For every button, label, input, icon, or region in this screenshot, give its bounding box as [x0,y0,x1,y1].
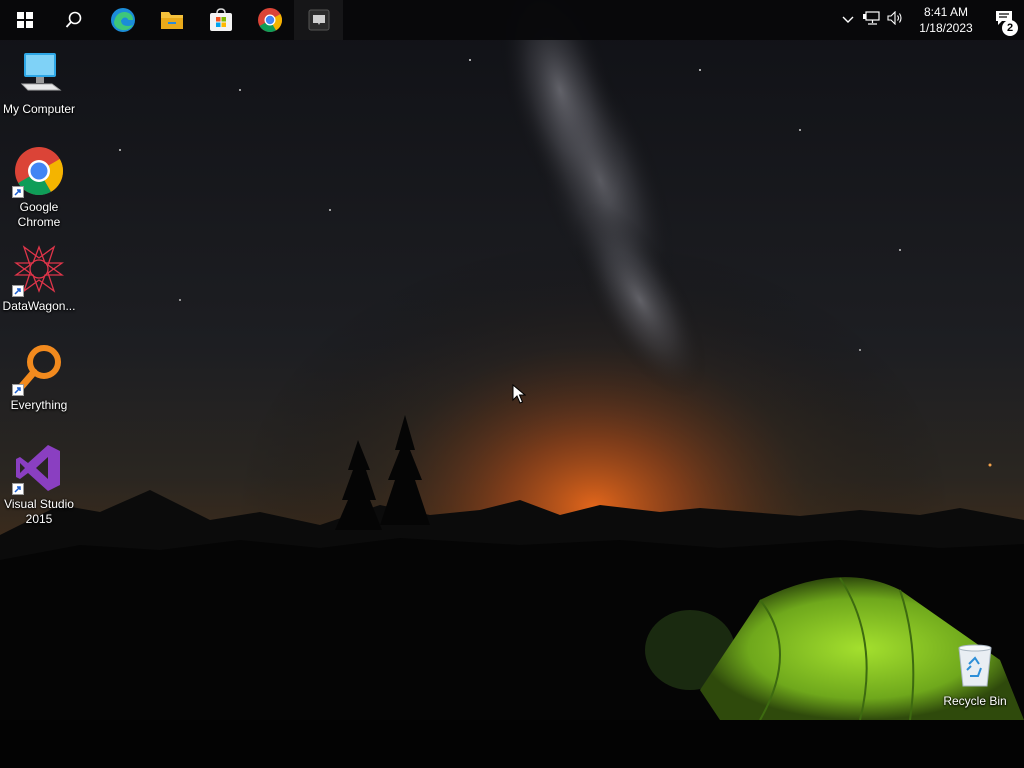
desktop-icon-label: My Computer [2,102,76,116]
desktop-icon-recycle-bin[interactable]: Recycle Bin [937,640,1013,709]
taskbar-file-explorer[interactable] [147,0,196,40]
show-hidden-icons-button[interactable] [836,0,860,40]
edge-icon [110,7,136,33]
volume-icon [887,10,905,30]
shortcut-arrow-icon [12,186,24,198]
windows-logo-icon [16,12,33,28]
terminal-app-icon [308,9,330,31]
desktop-icon-everything[interactable]: Everything [1,344,77,413]
desktop-icon-visual-studio-2015[interactable]: Visual Studio 2015 [1,443,77,527]
recycle-bin-icon [950,640,1000,690]
system-tray: 8:41 AM 1/18/2023 2 [836,0,1024,40]
taskbar-terminal-app[interactable] [294,0,343,40]
network-icon [863,10,881,30]
shortcut-arrow-icon [12,384,24,396]
everything-search-icon [12,344,64,396]
desktop-icon-google-chrome[interactable]: Google Chrome [1,146,77,230]
search-icon [65,11,83,29]
taskbar-chrome[interactable] [245,0,294,40]
shortcut-arrow-icon [12,285,24,297]
desktop-icon-label: Recycle Bin [943,694,1007,708]
desktop-icon-datawagon[interactable]: DataWagon... [1,245,77,314]
taskbar-edge[interactable] [98,0,147,40]
clock[interactable]: 8:41 AM 1/18/2023 [912,4,980,36]
computer-icon [14,48,64,98]
start-button[interactable] [0,0,49,40]
chevron-up-icon [842,11,854,29]
desktop-icon-label: Google Chrome [17,200,61,229]
chrome-icon [12,146,64,198]
search-button[interactable] [49,0,98,40]
action-center-button[interactable]: 2 [984,0,1024,40]
desktop-icon-label: Everything [10,398,68,412]
datawagon-icon [12,245,64,297]
desktop-icon-label: DataWagon... [2,299,76,313]
taskbar: 8:41 AM 1/18/2023 2 [0,0,1024,40]
network-button[interactable] [860,0,884,40]
microsoft-store-icon [209,8,233,32]
desktop-icon-my-computer[interactable]: My Computer [1,48,77,117]
mouse-cursor-icon [512,383,527,409]
volume-button[interactable] [884,0,908,40]
desktop-icon-label: Visual Studio 2015 [4,497,74,526]
visual-studio-icon [12,443,64,495]
file-explorer-icon [160,9,184,31]
chrome-icon [257,7,283,33]
clock-date: 1/18/2023 [919,21,973,35]
taskbar-microsoft-store[interactable] [196,0,245,40]
shortcut-arrow-icon [12,483,24,495]
notification-count-badge: 2 [1002,20,1018,36]
clock-time: 8:41 AM [923,5,969,19]
